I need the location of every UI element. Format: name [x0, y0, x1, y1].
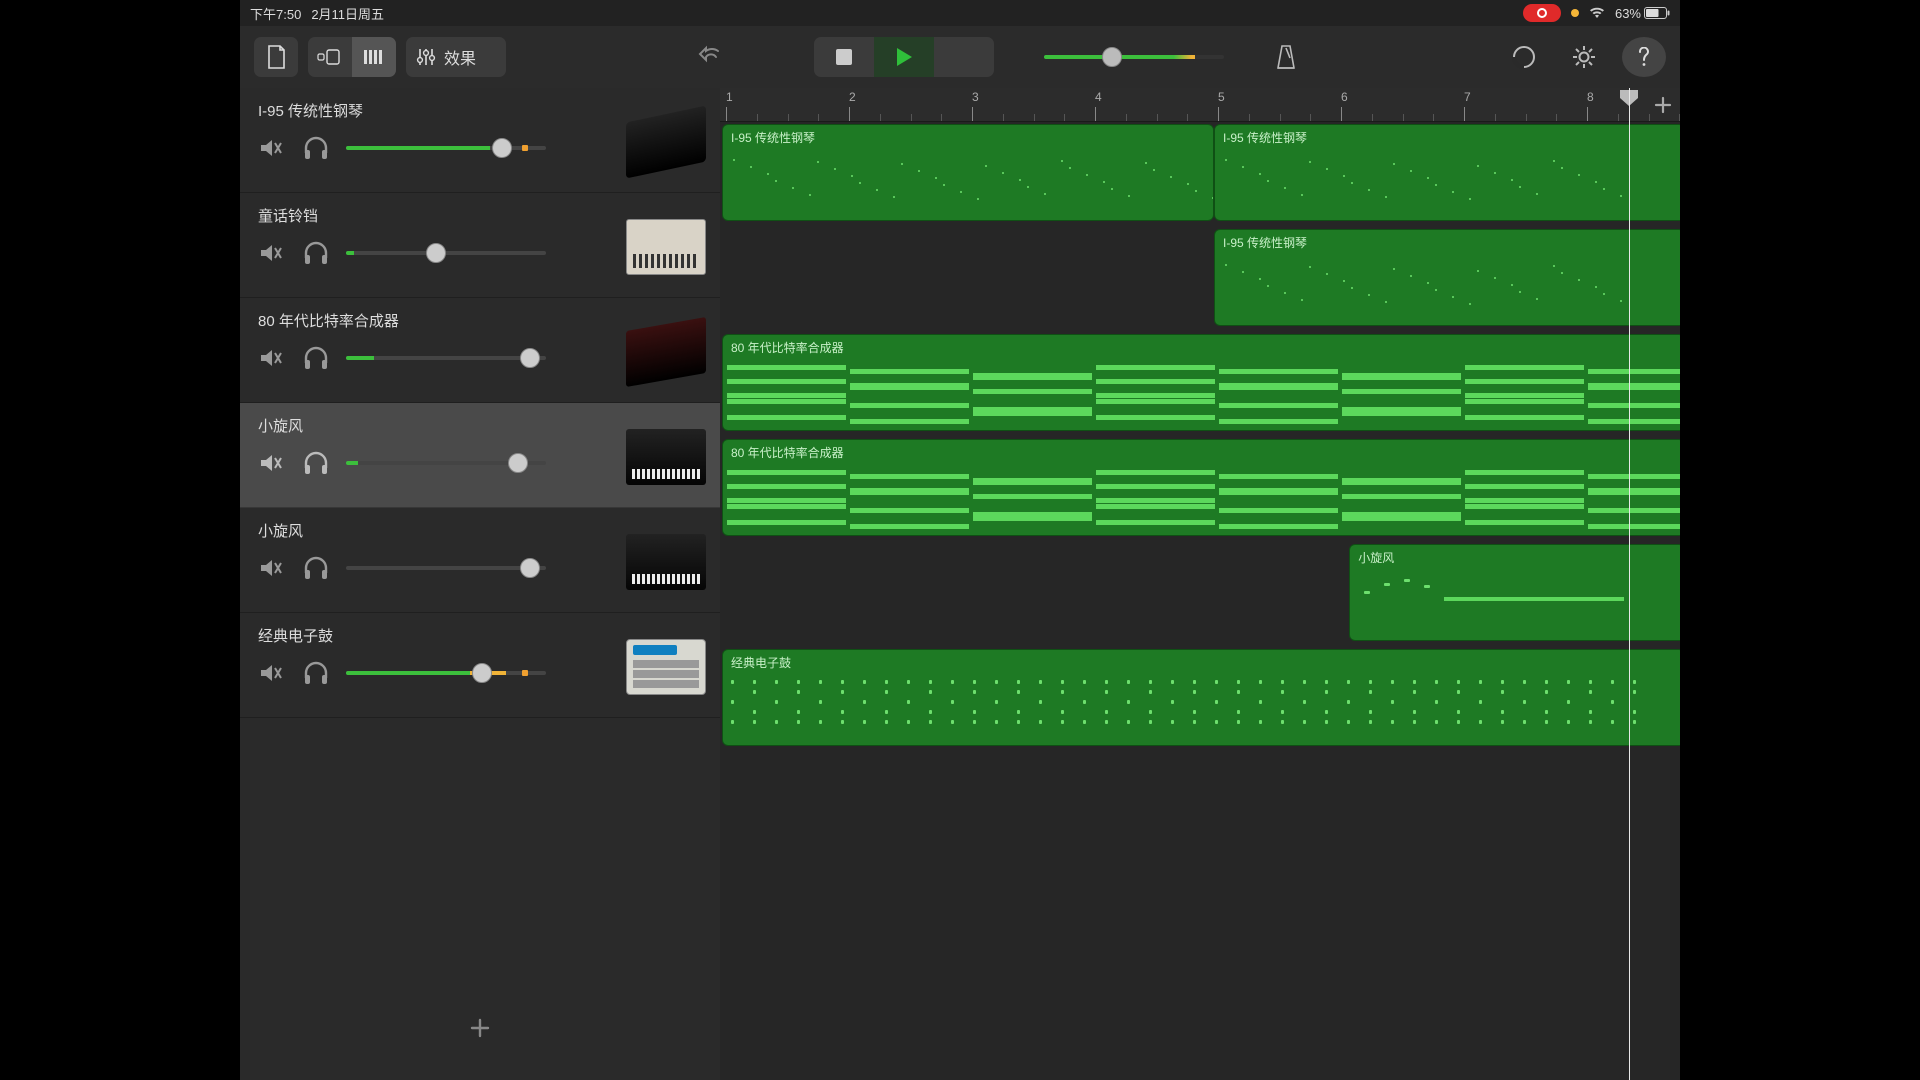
- region-label: 经典电子鼓: [731, 654, 791, 671]
- midi-region[interactable]: I-95 传统性钢琴: [1214, 229, 1680, 326]
- sliders-icon: [416, 47, 436, 67]
- track-header[interactable]: 童话铃铛: [240, 193, 720, 298]
- bar-number: 1: [726, 90, 733, 104]
- tracks-view-button[interactable]: [352, 37, 396, 77]
- my-songs-button[interactable]: [254, 37, 298, 77]
- battery-percent: 63%: [1615, 6, 1641, 21]
- track-header[interactable]: 经典电子鼓: [240, 613, 720, 718]
- bar-number: 4: [1095, 90, 1102, 104]
- headphones-icon[interactable]: [302, 450, 328, 476]
- add-track-button[interactable]: [240, 1016, 720, 1040]
- mute-icon[interactable]: [258, 450, 284, 476]
- browser-view-button[interactable]: [308, 37, 352, 77]
- region-label: 小旋风: [1358, 549, 1394, 566]
- region-label: I-95 传统性钢琴: [1223, 129, 1307, 146]
- view-segmented: [308, 37, 396, 77]
- undo-button[interactable]: [690, 37, 734, 77]
- region-label: 80 年代比特率合成器: [731, 444, 844, 461]
- region-label: I-95 传统性钢琴: [731, 129, 815, 146]
- arrange-area[interactable]: 1 2 3 4 5 6 7 8 I-95 传统性钢琴 I-95 传统性钢琴 I-95 传统性钢琴 8…: [720, 88, 1680, 1080]
- help-button[interactable]: [1622, 37, 1666, 77]
- track-header[interactable]: I-95 传统性钢琴: [240, 88, 720, 193]
- timeline-ruler[interactable]: 1 2 3 4 5 6 7 8: [720, 88, 1680, 122]
- bar-number: 7: [1464, 90, 1471, 104]
- record-button[interactable]: [934, 37, 994, 77]
- instrument-icon[interactable]: [626, 639, 706, 695]
- transport: [814, 37, 994, 77]
- midi-region[interactable]: 经典电子鼓: [722, 649, 1680, 746]
- stop-button[interactable]: [814, 37, 874, 77]
- track-volume-slider[interactable]: [346, 663, 546, 683]
- fx-button[interactable]: 效果: [406, 37, 506, 77]
- headphones-icon[interactable]: [302, 135, 328, 161]
- track-list: I-95 传统性钢琴 童话铃铛: [240, 88, 720, 1080]
- wifi-icon: [1589, 7, 1605, 19]
- track-header[interactable]: 小旋风: [240, 403, 720, 508]
- midi-region[interactable]: 小旋风: [1349, 544, 1680, 641]
- midi-region[interactable]: 80 年代比特率合成器: [722, 334, 1680, 431]
- track-volume-slider[interactable]: [346, 138, 546, 158]
- midi-region[interactable]: 80 年代比特率合成器: [722, 439, 1680, 536]
- midi-region[interactable]: I-95 传统性钢琴: [1214, 124, 1680, 221]
- headphones-icon[interactable]: [302, 345, 328, 371]
- mute-icon[interactable]: [258, 135, 284, 161]
- mute-icon[interactable]: [258, 345, 284, 371]
- instrument-icon[interactable]: [626, 219, 706, 275]
- settings-button[interactable]: [1562, 37, 1606, 77]
- status-dot-icon: [1571, 9, 1579, 17]
- status-bar: 下午7:50 2月11日周五 63%: [240, 0, 1680, 26]
- battery-icon: 63%: [1615, 6, 1670, 21]
- screen-record-indicator[interactable]: [1523, 4, 1561, 22]
- region-label: 80 年代比特率合成器: [731, 339, 844, 356]
- metronome-button[interactable]: [1264, 37, 1308, 77]
- status-date: 2月11日周五: [311, 4, 384, 23]
- mute-icon[interactable]: [258, 240, 284, 266]
- playhead[interactable]: [1629, 88, 1630, 1080]
- status-time: 下午7:50: [250, 4, 301, 23]
- master-volume-slider[interactable]: [1044, 37, 1224, 77]
- fx-label: 效果: [444, 45, 476, 69]
- track-header[interactable]: 80 年代比特率合成器: [240, 298, 720, 403]
- midi-region[interactable]: I-95 传统性钢琴: [722, 124, 1214, 221]
- track-name: I-95 传统性钢琴: [258, 100, 708, 121]
- instrument-icon[interactable]: [626, 534, 706, 590]
- headphones-icon[interactable]: [302, 660, 328, 686]
- mute-icon[interactable]: [258, 555, 284, 581]
- instrument-icon[interactable]: [626, 429, 706, 485]
- track-volume-slider[interactable]: [346, 558, 546, 578]
- track-volume-slider[interactable]: [346, 453, 546, 473]
- track-header[interactable]: 小旋风: [240, 508, 720, 613]
- play-button[interactable]: [874, 37, 934, 77]
- region-label: I-95 传统性钢琴: [1223, 234, 1307, 251]
- bar-number: 2: [849, 90, 856, 104]
- track-volume-slider[interactable]: [346, 348, 546, 368]
- app-window: 下午7:50 2月11日周五 63%: [240, 0, 1680, 1080]
- loop-browser-button[interactable]: [1502, 37, 1546, 77]
- bar-number: 8: [1587, 90, 1594, 104]
- toolbar: 效果: [240, 26, 1680, 88]
- bar-number: 3: [972, 90, 979, 104]
- headphones-icon[interactable]: [302, 240, 328, 266]
- headphones-icon[interactable]: [302, 555, 328, 581]
- track-volume-slider[interactable]: [346, 243, 546, 263]
- bar-number: 6: [1341, 90, 1348, 104]
- add-section-button[interactable]: [1652, 94, 1674, 116]
- mute-icon[interactable]: [258, 660, 284, 686]
- main-area: I-95 传统性钢琴 童话铃铛: [240, 88, 1680, 1080]
- bar-number: 5: [1218, 90, 1225, 104]
